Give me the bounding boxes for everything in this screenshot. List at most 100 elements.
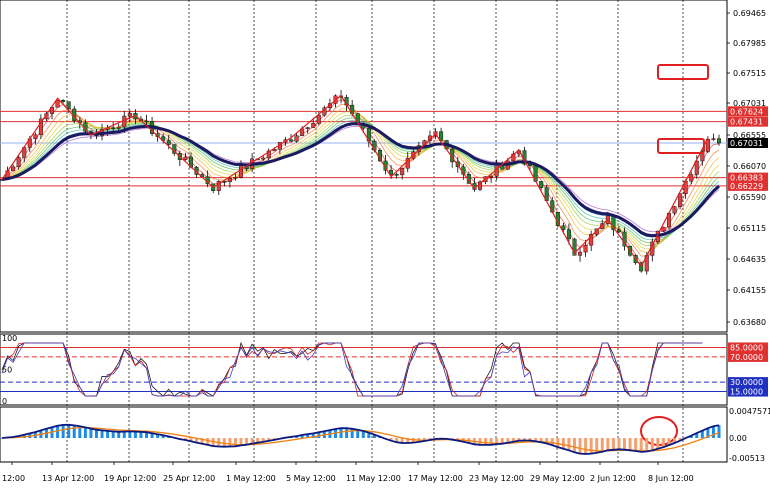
macd-histogram-bar [623, 438, 627, 450]
macd-histogram-bar [584, 438, 588, 455]
candle-body [183, 156, 188, 160]
macd-histogram-bar [711, 426, 715, 438]
macd-histogram-bar [611, 438, 615, 450]
candle-body [489, 176, 494, 178]
macd-histogram-bar [100, 430, 104, 438]
macd-histogram-bar [339, 428, 343, 438]
price-level-tag-label: 0.67431 [730, 118, 763, 127]
candle-body [116, 126, 121, 129]
price-tick-label: 0.65115 [733, 224, 766, 233]
rsi-tick-label: 0 [2, 397, 7, 406]
candle-body [539, 181, 544, 188]
candle-body [238, 165, 243, 178]
candle-body [55, 100, 60, 108]
macd-histogram-bar [117, 431, 121, 438]
rsi-level-tag-label: 85.0000 [730, 343, 763, 352]
macd-histogram-bar [228, 438, 232, 447]
candle-body [122, 115, 127, 128]
macd-histogram-bar [222, 438, 226, 447]
rsi-level-tag-label: 15.0000 [730, 388, 763, 397]
macd-histogram-bar [556, 438, 560, 448]
candle-body [717, 138, 722, 144]
candle-body [305, 127, 310, 130]
candle-body [672, 206, 677, 214]
x-tick-label: 11 May 12:00 [346, 474, 401, 483]
candle-body [400, 168, 405, 176]
macd-histogram-bar [606, 438, 610, 451]
macd-tick-label: -0.00513 [729, 454, 765, 463]
macd-histogram-bar [561, 438, 565, 449]
candle-body [528, 164, 533, 167]
candle-body [678, 193, 683, 207]
macd-histogram-bar [83, 427, 87, 438]
macd-histogram-bar [589, 438, 593, 454]
candle-body [11, 166, 16, 171]
candle-body [66, 101, 71, 110]
macd-histogram-bar [634, 438, 638, 451]
x-tick-label: 29 May 12:00 [530, 474, 585, 483]
macd-histogram-bar [94, 429, 98, 438]
macd-histogram-bar [567, 438, 571, 451]
candle-body [16, 157, 21, 168]
candle-body [227, 177, 232, 182]
candle-body [689, 174, 694, 182]
current-price-tag-label: 0.67031 [730, 139, 763, 148]
price-tick-label: 0.63680 [733, 318, 766, 327]
chart-svg: 0.694650.679850.675150.670310.665550.660… [0, 0, 770, 483]
price-tick-label: 0.64635 [733, 255, 766, 264]
candle-body [61, 100, 66, 102]
candle-body [578, 251, 583, 256]
candle-body [661, 226, 666, 232]
price-tick-label: 0.69465 [733, 9, 766, 18]
price-tick-label: 0.65590 [733, 193, 766, 202]
price-tick-label: 0.64155 [733, 286, 766, 295]
macd-histogram-bar [572, 438, 576, 453]
x-tick-label: 19 Apr 12:00 [104, 474, 156, 483]
chart-root: 0.69465 0.67985 0.67515 0.67031 0.66555 0.660… [0, 0, 770, 490]
macd-tick-label: 0.0047571 [729, 407, 770, 416]
candle-body [144, 120, 149, 123]
candle-body [111, 127, 116, 129]
x-tick-label: 1 May 12:00 [226, 474, 276, 483]
rsi-level-tag-label: 70.0000 [730, 353, 763, 362]
macd-histogram-bar [111, 431, 115, 438]
macd-histogram-bar [717, 425, 721, 438]
price-level-tag-label: 0.66229 [730, 182, 763, 191]
macd-histogram-bar [617, 438, 621, 450]
macd-histogram-bar [645, 438, 649, 452]
macd-histogram-bar [67, 424, 71, 438]
macd-histogram-bar [61, 424, 65, 438]
x-tick-label: 12:00 [2, 474, 25, 483]
price-tick-label: 0.66070 [733, 162, 766, 171]
macd-histogram-bar [106, 430, 110, 438]
macd-histogram-bar [345, 428, 349, 438]
macd-tick-label: 0.00 [729, 434, 747, 443]
macd-histogram-bar [628, 438, 632, 451]
candle-body [711, 138, 716, 140]
candle-body [311, 123, 316, 128]
candle-body [261, 157, 266, 160]
candle-body [616, 229, 621, 233]
price-tick-label: 0.67985 [733, 39, 766, 48]
candle-body [233, 177, 238, 179]
candle-body [294, 135, 299, 142]
macd-histogram-bar [89, 428, 93, 438]
macd-histogram-bar [578, 438, 582, 454]
candle-body [289, 139, 294, 142]
x-tick-label: 5 May 12:00 [286, 474, 336, 483]
candle-body [566, 229, 571, 240]
x-tick-label: 23 May 12:00 [469, 474, 524, 483]
macd-histogram-bar [661, 438, 665, 448]
rsi-tick-label: 100 [2, 334, 17, 343]
candle-body [166, 140, 171, 145]
macd-histogram-bar [122, 431, 126, 438]
candle-body [127, 113, 132, 117]
price-tick-label: 0.67515 [733, 69, 766, 78]
candle-body [394, 174, 399, 176]
candle-body [33, 134, 38, 139]
macd-histogram-bar [600, 438, 604, 452]
x-tick-label: 13 Apr 12:00 [42, 474, 94, 483]
x-tick-label: 8 Jun 12:00 [648, 474, 694, 483]
macd-histogram-bar [484, 438, 488, 445]
x-tick-label: 25 Apr 12:00 [163, 474, 215, 483]
